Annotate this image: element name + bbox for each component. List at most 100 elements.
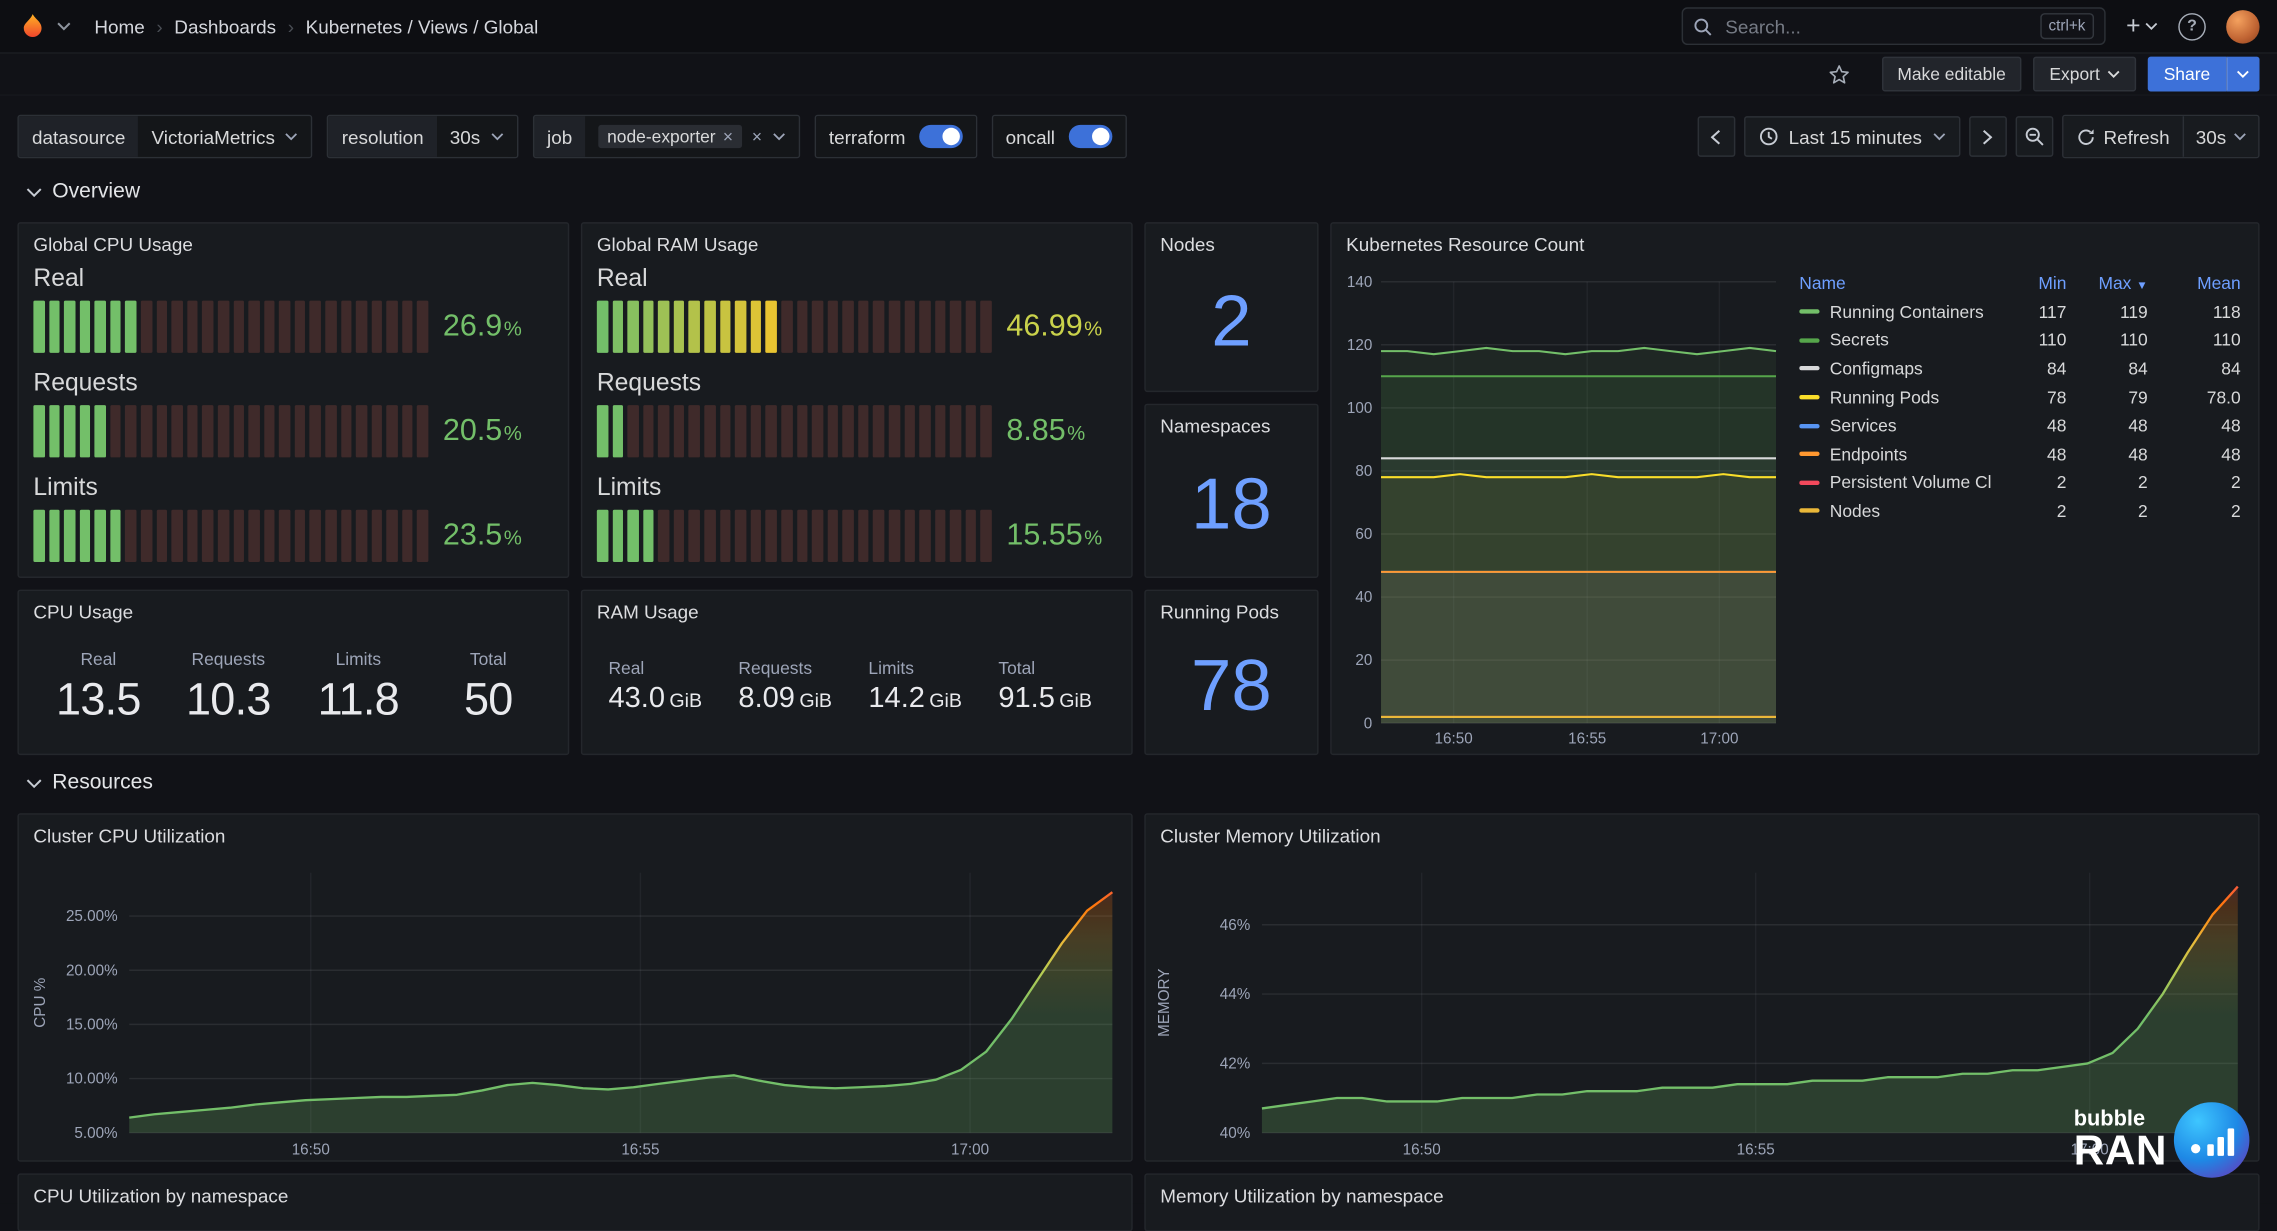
bar-gauge-group: Real46.99%Requests8.85%Limits15.55%: [597, 264, 1117, 562]
legend-row[interactable]: Running Pods787978.0: [1799, 383, 2240, 411]
panel-title[interactable]: Global CPU Usage: [33, 234, 192, 256]
chip-remove-icon[interactable]: ×: [723, 126, 733, 146]
chevron-right-icon: [1982, 129, 1992, 145]
resolution-picker[interactable]: resolution 30s: [327, 115, 518, 159]
make-editable-button[interactable]: Make editable: [1881, 57, 2021, 92]
share-caret-button[interactable]: [2226, 57, 2259, 92]
gauge-cell: [935, 301, 946, 353]
section-overview[interactable]: Overview: [26, 180, 140, 203]
legend-row[interactable]: Secrets110110110: [1799, 326, 2240, 354]
clock-icon: [1758, 126, 1778, 146]
panel-namespaces: Namespaces 18: [1144, 404, 1318, 578]
legend-row[interactable]: Running Containers117119118: [1799, 298, 2240, 326]
panel-title[interactable]: CPU Usage: [33, 601, 133, 623]
job-picker[interactable]: job node-exporter × ×: [532, 115, 799, 159]
gauge-cell: [843, 301, 854, 353]
stat-label: Real: [80, 648, 116, 668]
gauge-cell: [658, 301, 669, 353]
gauge-cell: [79, 405, 90, 457]
refresh-label: Refresh: [2103, 126, 2169, 148]
oncall-toggle[interactable]: [1068, 125, 1112, 148]
time-range-picker[interactable]: Last 15 minutes: [1744, 116, 1960, 157]
gauge-cell: [248, 510, 259, 562]
search-input[interactable]: [1722, 14, 2029, 39]
gauge-cell: [172, 510, 183, 562]
share-button[interactable]: Share: [2148, 57, 2226, 92]
legend-row[interactable]: Configmaps848484: [1799, 355, 2240, 383]
svg-text:MEMORY: MEMORY: [1156, 969, 1173, 1037]
series-mean: 2: [2148, 472, 2241, 492]
gauge-cell: [264, 510, 275, 562]
section-title: Overview: [52, 180, 140, 203]
zoom-out-button[interactable]: [2015, 116, 2053, 157]
stat-label: Requests: [738, 658, 812, 678]
search-box[interactable]: ctrl+k: [1682, 7, 2106, 45]
legend-header-min[interactable]: Min: [1991, 273, 2067, 293]
time-back-button[interactable]: [1697, 116, 1735, 157]
series-mean: 118: [2148, 302, 2241, 322]
chevron-down-icon: [2233, 132, 2246, 141]
legend-row[interactable]: Endpoints484848: [1799, 440, 2240, 468]
panel-title[interactable]: Global RAM Usage: [597, 234, 759, 256]
help-icon[interactable]: ?: [2178, 12, 2206, 40]
panel-title[interactable]: RAM Usage: [597, 601, 699, 623]
gauge-cell: [612, 301, 623, 353]
legend-row[interactable]: Nodes222: [1799, 497, 2240, 525]
panel-title[interactable]: Namespaces: [1160, 415, 1270, 437]
gauge-bar: [33, 405, 428, 457]
stat-total: Total50: [423, 629, 553, 745]
job-chip[interactable]: node-exporter ×: [598, 125, 741, 148]
gauge-cell: [264, 405, 275, 457]
legend-row[interactable]: Persistent Volume Claims222: [1799, 468, 2240, 496]
grafana-logo-icon[interactable]: [17, 11, 47, 41]
add-menu-button[interactable]: +: [2126, 12, 2158, 41]
gauge-cell: [704, 405, 715, 457]
clear-icon[interactable]: ×: [752, 126, 762, 146]
legend-header-mean[interactable]: Mean: [2148, 273, 2241, 293]
gauge-cell: [356, 405, 367, 457]
panel-title[interactable]: Memory Utilization by namespace: [1160, 1185, 1443, 1207]
gauge-cell: [248, 301, 259, 353]
panel-title[interactable]: Cluster Memory Utilization: [1160, 825, 1380, 847]
panel-title[interactable]: Kubernetes Resource Count: [1346, 234, 1584, 256]
legend-row[interactable]: Services484848: [1799, 412, 2240, 440]
user-avatar[interactable]: [2226, 9, 2259, 42]
breadcrumb-home[interactable]: Home: [94, 15, 144, 37]
stat-row: Real13.5Requests10.3Limits11.8Total50: [33, 629, 553, 745]
nav-chevron-down-icon[interactable]: [57, 22, 72, 31]
stat-label: Limits: [336, 648, 382, 668]
export-button[interactable]: Export: [2033, 57, 2136, 92]
cluster-cpu-chart[interactable]: 5.00%10.00%15.00%20.00%25.00%16:5016:551…: [19, 815, 1133, 1162]
gauge-bar: [597, 301, 992, 353]
gauge-cell: [827, 405, 838, 457]
panel-title[interactable]: CPU Utilization by namespace: [33, 1185, 288, 1207]
series-name: Running Containers: [1830, 302, 1984, 322]
terraform-toggle[interactable]: [919, 125, 963, 148]
gauge-cell: [126, 510, 137, 562]
panel-title[interactable]: Running Pods: [1160, 601, 1279, 623]
legend-header-name[interactable]: Name: [1799, 273, 1991, 293]
series-min: 2: [1991, 501, 2067, 521]
gauge-cell: [356, 301, 367, 353]
panel-ram-usage: RAM Usage Real43.0GiBRequests8.09GiBLimi…: [581, 590, 1133, 756]
gauge-cell: [658, 510, 669, 562]
section-resources[interactable]: Resources: [26, 771, 153, 794]
breadcrumb-current[interactable]: Kubernetes / Views / Global: [306, 15, 539, 37]
refresh-interval-picker[interactable]: 30s: [2183, 116, 2258, 157]
svg-text:42%: 42%: [1220, 1055, 1251, 1072]
gauge-cell: [873, 510, 884, 562]
breadcrumb-dashboards[interactable]: Dashboards: [174, 15, 276, 37]
gauge-label: Limits: [597, 473, 1117, 502]
time-forward-button[interactable]: [1968, 116, 2006, 157]
chevron-down-icon: [26, 778, 42, 788]
panel-title[interactable]: Nodes: [1160, 234, 1215, 256]
panel-title[interactable]: Cluster CPU Utilization: [33, 825, 225, 847]
svg-text:46%: 46%: [1220, 917, 1251, 934]
star-icon[interactable]: [1828, 63, 1850, 85]
refresh-button[interactable]: Refresh: [2063, 116, 2183, 157]
legend-header-max[interactable]: Max ▼: [2066, 273, 2147, 293]
datasource-picker[interactable]: datasource VictoriaMetrics: [17, 115, 312, 159]
gauge-cell: [766, 301, 777, 353]
gauge-cell: [720, 301, 731, 353]
svg-text:100: 100: [1347, 400, 1372, 417]
